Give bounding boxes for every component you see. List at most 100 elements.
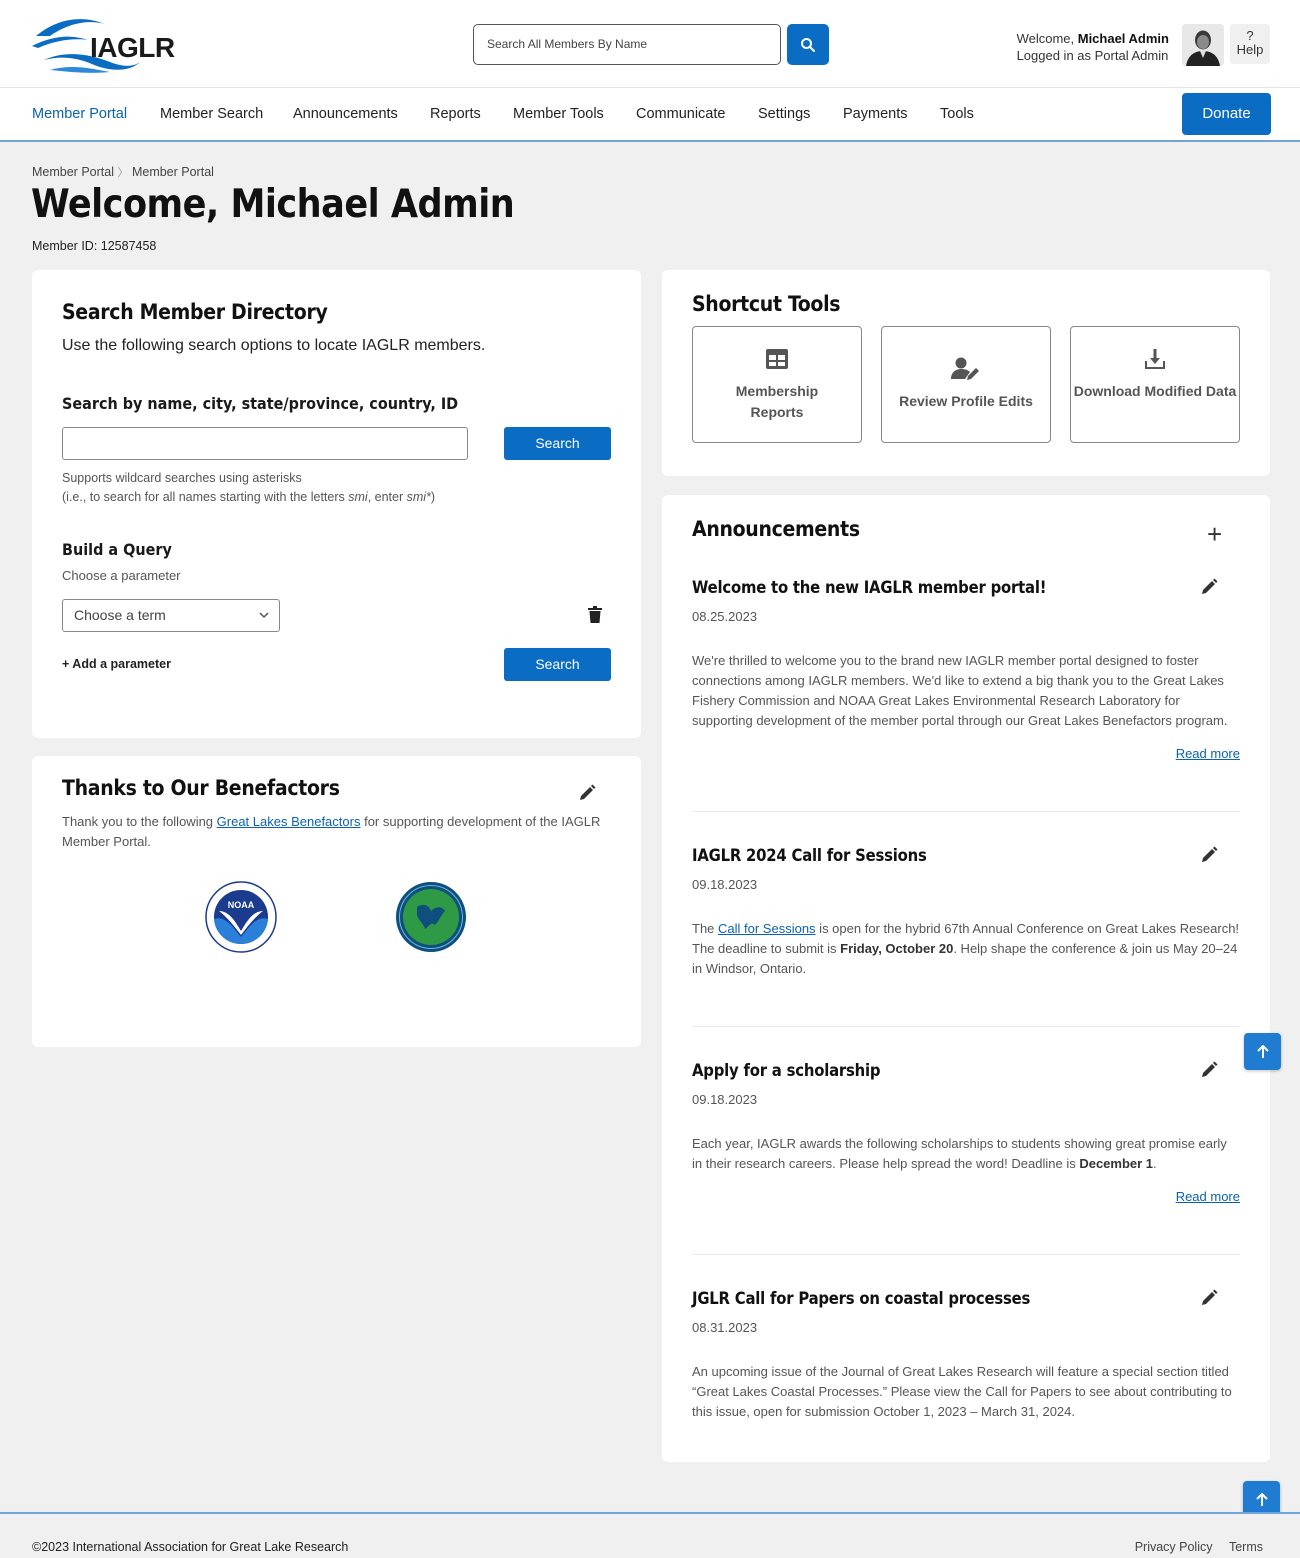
tile-label: Download Modified Data	[1073, 383, 1237, 399]
card-title: Search Member Directory	[62, 300, 328, 324]
trash-icon[interactable]	[588, 606, 602, 623]
announcement-title: IAGLR 2024 Call for Sessions	[692, 846, 927, 865]
announcement-body: The Call for Sessions is open for the hy…	[692, 919, 1240, 979]
benefactors-card: Thanks to Our Benefactors Thank you to t…	[32, 756, 641, 1047]
search-directory-card: Search Member Directory Use the followin…	[32, 270, 641, 738]
avatar[interactable]	[1182, 24, 1224, 66]
card-title: Shortcut Tools	[692, 292, 841, 316]
breadcrumb-item[interactable]: Member Portal	[32, 165, 114, 179]
benefactors-text-part: Thank you to the following	[62, 814, 217, 829]
card-description: Use the following search options to loca…	[62, 337, 486, 354]
announcement-title: JGLR Call for Papers on coastal processe…	[692, 1289, 1031, 1308]
hint-text: )	[430, 490, 436, 504]
donate-button[interactable]: Donate	[1182, 93, 1271, 135]
terms-link[interactable]: Terms	[1229, 1540, 1263, 1554]
divider	[692, 1254, 1240, 1255]
announcement-date: 09.18.2023	[692, 877, 758, 892]
nav-tools[interactable]: Tools	[940, 106, 974, 122]
nav-announcements[interactable]: Announcements	[293, 106, 398, 122]
announcement-body: Each year, IAGLR awards the following sc…	[692, 1134, 1240, 1174]
announcement-item: Apply for a scholarship 09.18.2023 Each …	[692, 1061, 1240, 1204]
announcement-item: Welcome to the new IAGLR member portal! …	[692, 578, 1240, 761]
divider	[692, 1026, 1240, 1027]
deadline-text: December 1	[1079, 1156, 1154, 1171]
arrow-up-icon	[1255, 1492, 1268, 1506]
help-icon: ?	[1246, 28, 1254, 43]
download-icon	[1145, 349, 1165, 369]
breadcrumb-separator: 〉	[117, 167, 129, 179]
welcome-prefix: Welcome,	[1016, 31, 1078, 46]
main-nav: Member Portal Member Search Announcement…	[0, 88, 1300, 142]
copyright: ©2023 International Association for Grea…	[32, 1540, 349, 1554]
help-button[interactable]: ? Help	[1230, 24, 1270, 64]
read-more-link[interactable]: Read more	[1176, 746, 1240, 761]
breadcrumb: Member Portal 〉 Member Portal	[32, 164, 214, 180]
footer-links: Privacy Policy Terms	[1122, 1540, 1263, 1554]
nav-reports[interactable]: Reports	[430, 106, 481, 122]
term-select[interactable]: Choose a term	[62, 599, 280, 632]
arrow-up-icon	[1256, 1044, 1269, 1058]
noaa-wordmark: NOAA	[228, 900, 255, 910]
hint-line-example: (i.e., to search for all names starting …	[62, 488, 435, 507]
scroll-top-button[interactable]	[1244, 1033, 1281, 1070]
deadline-text: Friday, October 20	[840, 941, 954, 956]
shortcut-download-modified-data[interactable]: Download Modified Data	[1070, 326, 1240, 443]
tile-label: Review Profile Edits	[899, 393, 1033, 409]
privacy-policy-link[interactable]: Privacy Policy	[1135, 1540, 1213, 1554]
nav-settings[interactable]: Settings	[758, 106, 810, 122]
pencil-icon[interactable]	[1200, 1061, 1218, 1079]
body-text: The	[692, 921, 719, 936]
build-query-subtitle: Choose a parameter	[62, 568, 181, 583]
tile-label: Membership Reports	[735, 383, 819, 420]
pencil-icon[interactable]	[1200, 578, 1218, 596]
pencil-icon[interactable]	[1200, 846, 1218, 864]
pencil-icon[interactable]	[1200, 1289, 1218, 1307]
nav-member-tools[interactable]: Member Tools	[513, 106, 604, 122]
shortcut-tools-card: Shortcut Tools Membership Reports Review…	[662, 270, 1270, 476]
page-title: Welcome, Michael Admin	[31, 182, 515, 227]
nav-communicate[interactable]: Communicate	[636, 106, 725, 122]
nav-member-portal[interactable]: Member Portal	[32, 106, 127, 122]
read-more-link[interactable]: Read more	[1176, 1189, 1240, 1204]
call-for-sessions-link[interactable]: Call for Sessions	[718, 921, 816, 936]
shortcut-review-profile-edits[interactable]: Review Profile Edits	[881, 326, 1051, 443]
search-button[interactable]	[787, 24, 829, 65]
announcement-date: 09.18.2023	[692, 1092, 758, 1107]
card-title: Thanks to Our Benefactors	[62, 776, 340, 800]
iaglr-logo[interactable]: IAGLR	[30, 10, 180, 76]
wildcard-hint: Supports wildcard searches using asteris…	[62, 469, 435, 507]
nav-member-search[interactable]: Member Search	[160, 106, 263, 122]
benefactors-text: Thank you to the following Great Lakes B…	[62, 812, 622, 852]
glfc-logo[interactable]	[395, 881, 467, 953]
chevron-down-icon	[259, 612, 269, 619]
noaa-logo[interactable]: NOAA	[205, 881, 277, 953]
announcement-title: Welcome to the new IAGLR member portal!	[692, 578, 1047, 597]
card-title: Announcements	[692, 517, 860, 541]
add-announcement-icon[interactable]: +	[1207, 521, 1222, 547]
hint-example: smi	[348, 490, 368, 504]
nav-payments[interactable]: Payments	[843, 106, 907, 122]
member-id: Member ID: 12587458	[32, 239, 157, 253]
divider	[692, 811, 1240, 812]
directory-search-input[interactable]	[62, 427, 468, 460]
logo-text: IAGLR	[90, 32, 175, 63]
member-search-input[interactable]: Search All Members By Name	[473, 24, 781, 65]
add-parameter-link[interactable]: + Add a parameter	[62, 657, 171, 671]
build-query-title: Build a Query	[62, 540, 172, 559]
directory-search-button[interactable]: Search	[504, 427, 611, 460]
pencil-icon[interactable]	[578, 784, 596, 802]
search-subtitle: Search by name, city, state/province, co…	[62, 394, 459, 413]
body-text: .	[1153, 1156, 1157, 1171]
announcement-body: We're thrilled to welcome you to the bra…	[692, 653, 1228, 728]
shortcut-membership-reports[interactable]: Membership Reports	[692, 326, 862, 443]
select-value: Choose a term	[74, 607, 166, 623]
hint-text: (i.e., to search for all names starting …	[62, 490, 349, 504]
announcement-title: Apply for a scholarship	[692, 1061, 881, 1080]
table-icon	[766, 349, 788, 369]
top-header: IAGLR Search All Members By Name Welcome…	[0, 0, 1300, 88]
announcement-date: 08.31.2023	[692, 1320, 758, 1335]
query-search-button[interactable]: Search	[504, 648, 611, 681]
breadcrumb-item: Member Portal	[131, 165, 214, 179]
user-edit-icon	[951, 357, 979, 380]
benefactors-link[interactable]: Great Lakes Benefactors	[217, 814, 361, 829]
